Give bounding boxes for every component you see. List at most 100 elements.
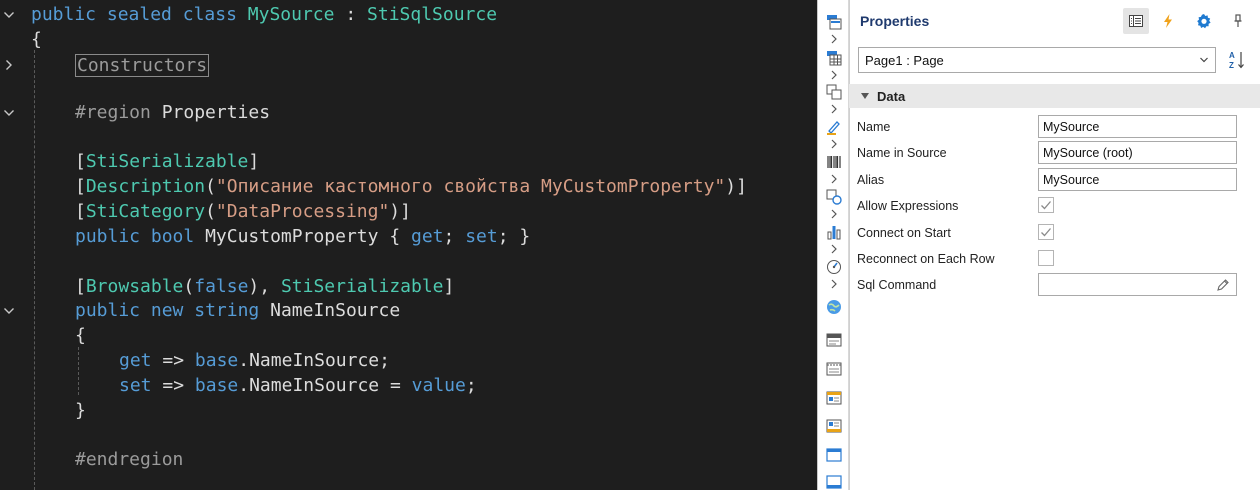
- object-selector-value: Page1 : Page: [865, 53, 944, 68]
- code-line: public new string NameInSource: [75, 298, 817, 323]
- chevron-right-icon[interactable]: [829, 279, 839, 289]
- pencil-icon[interactable]: [1216, 278, 1230, 292]
- brace: {: [31, 29, 42, 50]
- brace: }: [75, 400, 86, 421]
- keyword: sealed: [106, 4, 172, 25]
- barcode-icon[interactable]: [826, 154, 842, 170]
- checkmark-icon: [1041, 201, 1051, 210]
- chevron-right-icon[interactable]: [829, 70, 839, 80]
- property-grid-icon: [1129, 15, 1143, 27]
- keyword: bool: [150, 226, 195, 247]
- punctuation: [: [75, 276, 86, 297]
- pin-button[interactable]: [1225, 8, 1251, 34]
- code-line: #region Properties: [75, 100, 817, 125]
- indent-guide: [34, 50, 35, 490]
- data-band-icon[interactable]: [826, 50, 842, 66]
- shapes-icon[interactable]: [826, 189, 842, 205]
- gauge-icon[interactable]: [826, 259, 842, 275]
- collapsed-region[interactable]: Constructors: [75, 54, 210, 77]
- fold-collapse-icon[interactable]: [2, 298, 16, 323]
- keyword: base: [194, 350, 239, 371]
- punctuation: ]: [248, 151, 260, 172]
- brace: }: [519, 226, 531, 247]
- property-name: NameInSource: [270, 300, 401, 321]
- property-label: Name in Source: [857, 146, 947, 160]
- attribute-name: Browsable: [85, 276, 184, 297]
- reconnect-on-each-row-checkbox[interactable]: [1038, 250, 1054, 266]
- chevron-right-icon[interactable]: [829, 174, 839, 184]
- fold-collapse-icon[interactable]: [2, 2, 16, 27]
- brace: {: [75, 325, 86, 346]
- alias-field[interactable]: MySource: [1038, 168, 1237, 191]
- object-selector[interactable]: Page1 : Page: [858, 47, 1216, 73]
- punctuation: ;: [465, 375, 477, 396]
- attribute-name: StiSerializable: [85, 151, 249, 172]
- header-band-icon[interactable]: [826, 390, 842, 406]
- property-label: Sql Command: [857, 278, 937, 292]
- brace: {: [389, 226, 401, 247]
- punctuation: (: [205, 201, 216, 222]
- globe-icon[interactable]: [826, 299, 842, 315]
- name-in-source-field[interactable]: MySource (root): [1038, 141, 1237, 164]
- keyword: value: [411, 375, 466, 396]
- property-label: Connect on Start: [857, 226, 951, 240]
- property-row-allow-expressions: Allow Expressions: [849, 193, 1260, 219]
- keyword: set: [119, 375, 152, 396]
- chart-icon[interactable]: [826, 224, 842, 240]
- punctuation: [: [75, 201, 86, 222]
- name-field[interactable]: MySource: [1038, 115, 1237, 138]
- indent-guide: [78, 347, 79, 395]
- fold-expand-icon[interactable]: [2, 52, 16, 77]
- sql-command-field[interactable]: [1038, 273, 1237, 296]
- chevron-down-icon: [1200, 57, 1208, 63]
- property-label: Alias: [857, 173, 885, 187]
- base-class-name: StiSqlSource: [367, 4, 498, 25]
- operator: =>: [162, 350, 185, 371]
- page-header-band-icon[interactable]: [826, 14, 842, 30]
- fold-collapse-icon[interactable]: [2, 100, 16, 125]
- panel-title: Properties: [860, 13, 930, 29]
- punctuation: ;: [443, 226, 455, 247]
- allow-expressions-checkbox[interactable]: [1038, 197, 1054, 213]
- group-footer-band-icon[interactable]: [826, 474, 842, 490]
- group-header-band-icon[interactable]: [826, 447, 842, 463]
- code-line: [Browsable(false), StiSerializable]: [75, 274, 817, 299]
- region-directive: #region: [75, 102, 151, 123]
- checkmark-icon: [1041, 228, 1051, 237]
- punctuation: ),: [248, 276, 271, 297]
- punctuation: ]: [443, 276, 455, 297]
- punctuation: )]: [725, 176, 747, 197]
- settings-button[interactable]: [1191, 8, 1217, 34]
- property-row-alias: Alias MySource: [849, 167, 1260, 193]
- sort-alphabetical-button[interactable]: A Z: [1224, 47, 1250, 73]
- container-icon[interactable]: [826, 84, 842, 100]
- punctuation: [: [75, 151, 86, 172]
- property-name: MyCustomProperty: [205, 226, 379, 247]
- connect-on-start-checkbox[interactable]: [1038, 224, 1054, 240]
- report-summary-band-icon[interactable]: [826, 361, 842, 377]
- footer-band-icon[interactable]: [826, 418, 842, 434]
- code-line: #endregion: [75, 447, 817, 472]
- toolbox-strip: [817, 0, 849, 490]
- chevron-right-icon[interactable]: [829, 34, 839, 44]
- code-editor[interactable]: public sealed class MySource : StiSqlSou…: [0, 0, 817, 490]
- keyword: public: [75, 300, 141, 321]
- punctuation: (: [205, 176, 216, 197]
- report-title-band-icon[interactable]: [826, 332, 842, 348]
- category-header-data[interactable]: Data: [849, 84, 1260, 108]
- chevron-right-icon[interactable]: [829, 139, 839, 149]
- chevron-right-icon[interactable]: [829, 244, 839, 254]
- events-button[interactable]: [1155, 8, 1181, 34]
- chevron-right-icon[interactable]: [829, 104, 839, 114]
- svg-text:Z: Z: [1229, 61, 1234, 70]
- property-grid-button[interactable]: [1123, 8, 1149, 34]
- code-line: }: [75, 398, 817, 423]
- pen-icon[interactable]: [826, 119, 842, 135]
- code-line: set => base.NameInSource = value;: [119, 373, 817, 398]
- pin-icon: [1234, 14, 1242, 27]
- punctuation: ;: [379, 350, 390, 371]
- chevron-right-icon[interactable]: [829, 209, 839, 219]
- lightning-icon: [1164, 14, 1172, 28]
- property-label: Reconnect on Each Row: [857, 252, 995, 266]
- gear-icon: [1197, 14, 1211, 29]
